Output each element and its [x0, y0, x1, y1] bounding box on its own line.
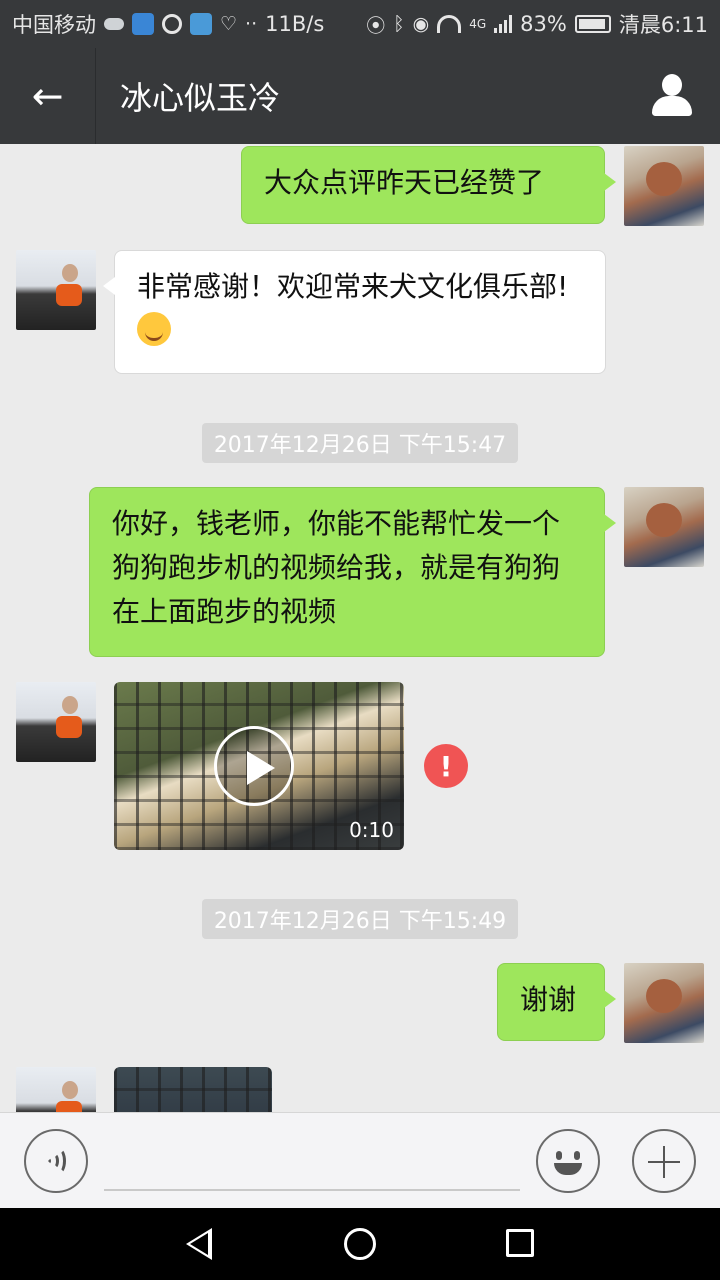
back-arrow-icon: ←: [31, 74, 64, 118]
emoji-button[interactable]: [536, 1129, 600, 1193]
message-input[interactable]: [104, 1133, 520, 1191]
blush-emoji-icon: [137, 312, 171, 346]
signal-icon: [494, 15, 513, 33]
bluetooth-icon: ᛒ: [393, 13, 405, 35]
system-nav-bar: [0, 1208, 720, 1280]
heart-rate-icon: ♡: [220, 13, 238, 35]
sent-message-bubble[interactable]: 谢谢: [497, 963, 616, 1041]
wifi-icon: [437, 15, 462, 33]
contact-avatar[interactable]: [16, 682, 96, 762]
app-notification-icon: [132, 13, 154, 35]
nav-recent-apps-icon[interactable]: [506, 1229, 534, 1257]
chat-profile-button[interactable]: [624, 48, 720, 144]
timestamp-label: 2017年12月26日 下午15:49: [202, 899, 518, 939]
chat-title: 冰心似玉冷: [120, 79, 281, 117]
cloud-icon: [104, 18, 124, 30]
message-text: 非常感谢！欢迎常来犬文化俱乐部!: [137, 270, 569, 303]
image-thumbnail: [114, 1067, 272, 1112]
net-speed: 11B/s: [265, 12, 325, 36]
network-type: 4G: [469, 17, 487, 31]
input-bar: [0, 1112, 720, 1208]
my-avatar[interactable]: [624, 963, 704, 1043]
status-bar: 中国移动 ♡ ·· 11B/s ⦿ ᛒ ◉ 4G 83% 清晨6:11: [0, 0, 720, 48]
battery-icon: [574, 15, 611, 33]
image-message[interactable]: [114, 1067, 272, 1112]
voice-button[interactable]: [24, 1129, 88, 1193]
video-duration: 0:10: [349, 818, 394, 842]
my-avatar[interactable]: [624, 487, 704, 567]
video-message[interactable]: 0:10: [114, 682, 404, 850]
message-text: 谢谢: [520, 983, 577, 1016]
status-right: ⦿ ᛒ ◉ 4G 83% 清晨6:11: [366, 9, 708, 39]
received-message-bubble[interactable]: 非常感谢！欢迎常来犬文化俱乐部!: [103, 250, 606, 374]
emoji-icon: [544, 1137, 592, 1185]
sent-message-bubble[interactable]: 你好，钱老师，你能不能帮忙发一个狗狗跑步机的视频给我，就是有狗狗在上面跑步的视频: [89, 487, 616, 657]
vibrate-icon: ⦿: [366, 14, 386, 37]
voice-icon: [46, 1148, 70, 1174]
battery-percent: 83%: [520, 12, 567, 36]
message-text: 大众点评昨天已经赞了: [264, 166, 545, 199]
search-app-icon: [162, 14, 182, 34]
nav-back-icon[interactable]: [186, 1228, 212, 1260]
message-list[interactable]: 大众点评昨天已经赞了 非常感谢！欢迎常来犬文化俱乐部! 2017年12月26日 …: [0, 144, 720, 1112]
sent-message-bubble[interactable]: 大众点评昨天已经赞了: [241, 146, 616, 224]
my-avatar[interactable]: [624, 146, 704, 226]
message-text: 你好，钱老师，你能不能帮忙发一个狗狗跑步机的视频给我，就是有狗狗在上面跑步的视频: [112, 507, 561, 628]
send-failed-icon[interactable]: !: [424, 744, 468, 788]
more-dots-icon: ··: [245, 13, 258, 35]
more-functions-button[interactable]: [632, 1129, 696, 1193]
chat-header: ← 冰心似玉冷: [0, 48, 720, 144]
status-left: 中国移动 ♡ ·· 11B/s: [12, 9, 366, 39]
timestamp-label: 2017年12月26日 下午15:47: [202, 423, 518, 463]
map-notification-icon: [190, 13, 212, 35]
eye-icon: ◉: [412, 13, 430, 35]
carrier-label: 中国移动: [12, 13, 96, 37]
contact-avatar[interactable]: [16, 250, 96, 330]
back-button[interactable]: ←: [0, 48, 96, 144]
clock: 清晨6:11: [618, 13, 708, 37]
play-icon[interactable]: [214, 726, 294, 806]
nav-home-icon[interactable]: [344, 1228, 376, 1260]
contact-avatar[interactable]: [16, 1067, 96, 1112]
person-icon: [650, 74, 694, 118]
